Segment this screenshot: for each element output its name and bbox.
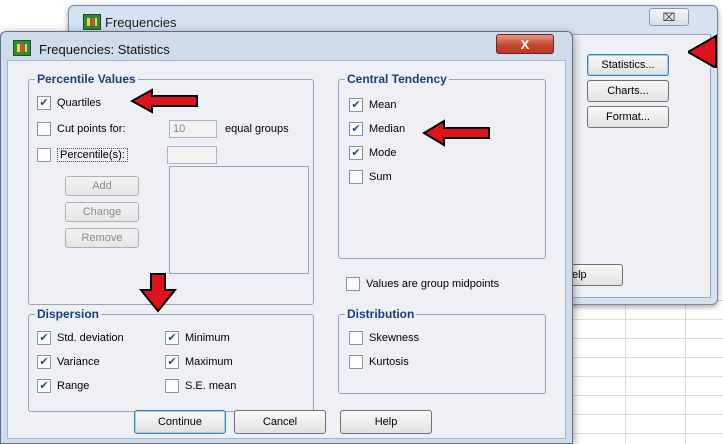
group-midpoints-label: Values are group midpoints (366, 278, 500, 290)
quartiles-label: Quartiles (57, 97, 102, 109)
close-icon[interactable]: X (496, 34, 554, 54)
statistics-arrow-icon (688, 34, 717, 68)
maximum-option[interactable]: ✔ Maximum (165, 355, 233, 369)
close-icon[interactable]: ⌧ (649, 8, 689, 26)
quartiles-option[interactable]: ✔ Quartiles (37, 96, 101, 110)
sum-option[interactable]: Sum (349, 170, 392, 184)
skewness-checkbox[interactable] (349, 331, 363, 345)
mode-label: Mode (369, 147, 397, 159)
statistics-button[interactable]: Statistics... (587, 54, 669, 76)
statistics-dialog: Frequencies: Statistics X Percentile Val… (0, 31, 573, 444)
percentiles-input[interactable] (167, 146, 217, 164)
spss-app-icon (83, 14, 101, 30)
std-deviation-option[interactable]: ✔ Std. deviation (37, 331, 124, 345)
kurtosis-checkbox[interactable] (349, 355, 363, 369)
percentiles-list[interactable] (169, 166, 309, 274)
variance-checkbox[interactable]: ✔ (37, 355, 51, 369)
percentiles-label: Percentile(s): (57, 148, 128, 162)
minimum-label: Minimum (185, 332, 230, 344)
dispersion-group: Dispersion ✔ Std. deviation ✔ Variance ✔… (28, 307, 314, 412)
percentiles-checkbox[interactable] (37, 148, 51, 162)
sum-label: Sum (369, 171, 392, 183)
cut-points-checkbox[interactable] (37, 122, 51, 136)
variance-label: Variance (57, 356, 100, 368)
remove-button[interactable]: Remove (65, 228, 139, 248)
cut-points-input[interactable]: 10 (169, 120, 217, 138)
range-checkbox[interactable]: ✔ (37, 379, 51, 393)
dialog-client-area: Percentile Values ✔ Quartiles Cut points… (7, 60, 566, 439)
format-button[interactable]: Format... (587, 106, 669, 128)
help-button-back[interactable]: elp (567, 264, 623, 286)
sum-checkbox[interactable] (349, 170, 363, 184)
percentiles-option[interactable]: Percentile(s): (37, 148, 128, 162)
group-midpoints-option[interactable]: Values are group midpoints (346, 277, 499, 291)
median-checkbox[interactable]: ✔ (349, 122, 363, 136)
continue-button[interactable]: Continue (134, 410, 226, 434)
mean-label: Mean (369, 99, 397, 111)
quartiles-checkbox[interactable]: ✔ (37, 96, 51, 110)
cancel-button[interactable]: Cancel (234, 410, 326, 434)
statistics-dialog-title: Frequencies: Statistics (39, 42, 170, 57)
se-mean-option[interactable]: S.E. mean (165, 379, 236, 393)
dispersion-arrow-icon (138, 273, 178, 313)
mode-option[interactable]: ✔ Mode (349, 146, 397, 160)
spss-app-icon (13, 40, 31, 56)
range-label: Range (57, 380, 90, 392)
std-deviation-checkbox[interactable]: ✔ (37, 331, 51, 345)
group-midpoints-checkbox[interactable] (346, 277, 360, 291)
median-option[interactable]: ✔ Median (349, 122, 405, 136)
mean-checkbox[interactable]: ✔ (349, 98, 363, 112)
maximum-checkbox[interactable]: ✔ (165, 355, 179, 369)
mode-checkbox[interactable]: ✔ (349, 146, 363, 160)
median-arrow-icon (422, 119, 490, 147)
se-mean-label: S.E. mean (185, 380, 237, 392)
skewness-option[interactable]: Skewness (349, 331, 419, 345)
spreadsheet-grid (565, 300, 723, 444)
central-tendency-legend: Central Tendency (345, 72, 449, 86)
minimum-option[interactable]: ✔ Minimum (165, 331, 230, 345)
percentile-values-legend: Percentile Values (35, 72, 138, 86)
variance-option[interactable]: ✔ Variance (37, 355, 100, 369)
equal-groups-label: equal groups (225, 123, 289, 135)
add-button[interactable]: Add (65, 176, 139, 196)
minimum-checkbox[interactable]: ✔ (165, 331, 179, 345)
median-label: Median (369, 123, 406, 135)
dispersion-legend: Dispersion (35, 307, 102, 321)
cut-points-option[interactable]: Cut points for: (37, 122, 125, 136)
distribution-group: Distribution Skewness Kurtosis (338, 307, 546, 394)
std-deviation-label: Std. deviation (57, 332, 124, 344)
kurtosis-option[interactable]: Kurtosis (349, 355, 409, 369)
quartiles-arrow-icon (130, 88, 198, 114)
frequencies-window-title: Frequencies (105, 15, 177, 30)
charts-button[interactable]: Charts... (587, 80, 669, 102)
maximum-label: Maximum (185, 356, 233, 368)
skewness-label: Skewness (369, 332, 420, 344)
help-button[interactable]: Help (340, 410, 432, 434)
range-option[interactable]: ✔ Range (37, 379, 89, 393)
kurtosis-label: Kurtosis (369, 356, 409, 368)
se-mean-checkbox[interactable] (165, 379, 179, 393)
central-tendency-group: Central Tendency ✔ Mean ✔ Median ✔ Mode … (338, 72, 546, 259)
cut-points-label: Cut points for: (57, 123, 126, 135)
mean-option[interactable]: ✔ Mean (349, 98, 397, 112)
distribution-legend: Distribution (345, 307, 417, 321)
change-button[interactable]: Change (65, 202, 139, 222)
